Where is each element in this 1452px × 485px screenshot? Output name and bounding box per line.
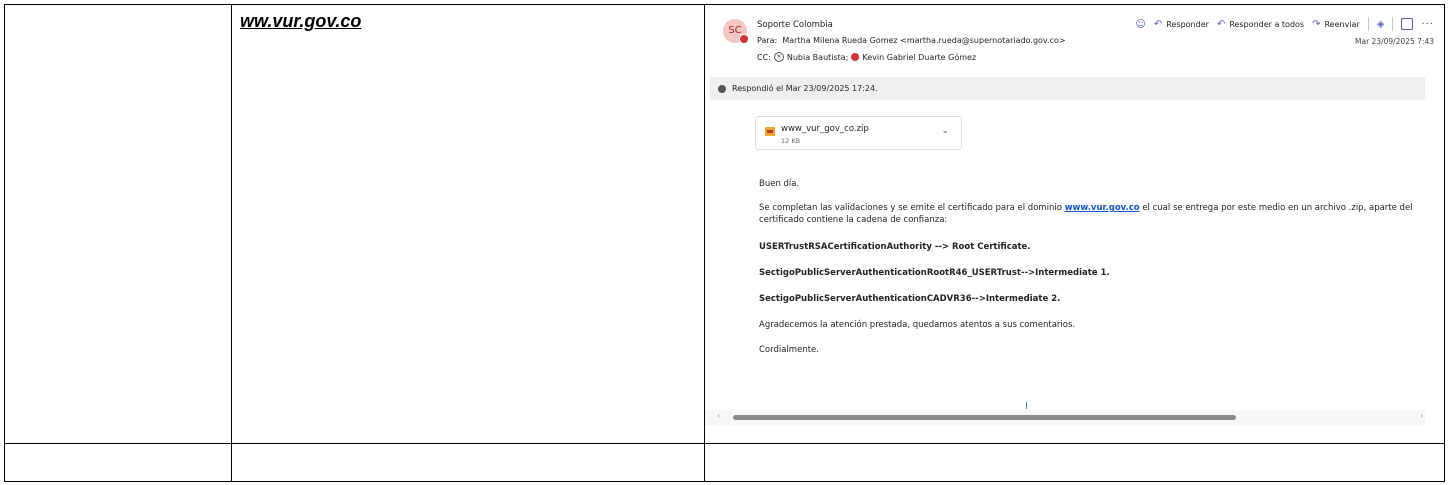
attachment-name[interactable]: www_vur_gov_co.zip (781, 124, 869, 134)
cell-empty (231, 442, 705, 483)
info-icon (718, 84, 726, 93)
divider (1367, 17, 1369, 31)
cell-email-screenshot: SC Soporte Colombia Para: Martha Milena … (704, 4, 1445, 444)
scroll-right-icon[interactable]: › (1420, 412, 1423, 420)
email-date: Mar 23/09/2025 7:43 (1355, 37, 1434, 46)
chain-intermediate-1: SectigoPublicServerAuthenticationRootR46… (759, 268, 1110, 278)
cell-domain: ww.vur.gov.co (231, 4, 705, 444)
presence-busy-icon (851, 53, 860, 61)
chevron-down-icon[interactable]: ⌄ (941, 126, 949, 136)
reply-icon[interactable]: ↶ (1154, 19, 1162, 30)
domain-link[interactable]: www.vur.gov.co (1065, 203, 1140, 213)
chain-root: USERTrustRSACertificationAuthority --> R… (759, 242, 1031, 252)
reply-all-button[interactable]: Responder a todos (1229, 20, 1304, 29)
attachment-card[interactable]: www_vur_gov_co.zip 12 KB ⌄ (755, 116, 962, 150)
closing-line: Cordialmente. (759, 345, 819, 355)
cell-empty (704, 442, 1445, 483)
cc-line: CC: × Nubia Bautista; Kevin Gabriel Duar… (757, 52, 977, 62)
reply-all-icon[interactable]: ↶ (1217, 19, 1225, 30)
chain-intermediate-2: SectigoPublicServerAuthenticationCADVR36… (759, 294, 1061, 304)
grid-icon[interactable] (1401, 18, 1414, 30)
to-recipient[interactable]: Martha Milena Rueda Gomez <martha.rueda@… (782, 36, 1065, 45)
forward-icon[interactable]: ↷ (1312, 19, 1320, 30)
action-bar: ☺ ↶ Responder ↶ Responder a todos ↷ Reen… (1135, 17, 1434, 31)
thanks-line: Agradecemos la atención prestada, quedam… (759, 320, 1076, 330)
reply-button[interactable]: Responder (1166, 20, 1209, 29)
replied-banner: Respondió el Mar 23/09/2025 17:24. (710, 77, 1425, 100)
cc-recipient-1[interactable]: Nubia Bautista; (787, 53, 849, 62)
avatar[interactable]: SC (723, 19, 749, 44)
cc-remove-icon: × (773, 52, 784, 62)
copilot-icon[interactable]: ◈ (1377, 19, 1385, 30)
scroll-left-icon[interactable]: ‹ (717, 412, 720, 420)
to-line: Para: Martha Milena Rueda Gomez <martha.… (757, 36, 1066, 45)
text-cursor (1026, 402, 1027, 409)
greeting: Buen día. (759, 179, 800, 189)
zip-file-icon (765, 127, 775, 136)
cell-empty (4, 442, 232, 483)
sender-name[interactable]: Soporte Colombia (757, 20, 833, 30)
divider (1392, 17, 1394, 31)
smile-icon[interactable]: ☺ (1135, 19, 1145, 30)
more-icon[interactable]: ··· (1421, 19, 1434, 30)
scrollbar-thumb[interactable] (733, 415, 1236, 420)
forward-button[interactable]: Reenviar (1324, 20, 1359, 29)
horizontal-scrollbar[interactable]: ‹ › (705, 410, 1425, 425)
domain-title: ww.vur.gov.co (240, 11, 362, 31)
cell-empty-left (4, 4, 232, 444)
document-table: ww.vur.gov.co SC Soporte Colombia Para: … (4, 4, 1445, 483)
cc-recipient-2[interactable]: Kevin Gabriel Duarte Gómez (862, 53, 976, 62)
attachment-size: 12 KB (781, 137, 801, 145)
email-header: SC Soporte Colombia Para: Martha Milena … (705, 5, 1442, 75)
status-dot (739, 34, 749, 44)
email-panel: SC Soporte Colombia Para: Martha Milena … (705, 5, 1442, 441)
body-paragraph: Se completan las validaciones y se emite… (759, 203, 1413, 225)
